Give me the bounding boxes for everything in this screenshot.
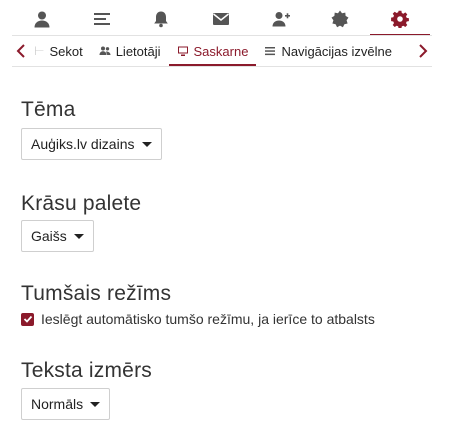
badge-icon (331, 10, 349, 28)
palette-select[interactable]: Gaišs (21, 220, 94, 252)
caret-down-icon (141, 141, 152, 147)
text-size-select[interactable]: Normāls (21, 388, 111, 420)
tab-label: Saskarne (193, 43, 249, 59)
dark-mode-checkbox-label: Ieslēgt automātisko tumšo režīmu, ja ier… (41, 311, 375, 327)
tab-navigation-menu[interactable]: Navigācijas izvēlne (256, 38, 400, 66)
nav-profile[interactable] (12, 4, 72, 36)
dark-mode-section: Tumšais režīms Ieslēgt automātisko tumšo… (21, 281, 375, 327)
text-size-section: Teksta izmērs Normāls (21, 358, 152, 420)
nav-notifications[interactable] (131, 4, 191, 36)
partial-tab-icon: ⊢ (34, 44, 45, 58)
text-size-heading: Teksta izmērs (21, 359, 152, 382)
chevron-right-icon (419, 44, 428, 58)
users-icon (99, 46, 111, 55)
theme-section: Tēma Auģiks.lv dizains (21, 97, 162, 160)
caret-down-icon (90, 401, 101, 407)
monitor-icon (177, 46, 188, 56)
checkbox-checked-icon[interactable] (21, 312, 34, 326)
add-user-icon (272, 12, 290, 27)
user-icon (34, 11, 50, 28)
tab-label: Lietotāji (115, 43, 161, 59)
top-icon-nav (12, 4, 431, 36)
dark-mode-checkbox[interactable]: Ieslēgt automātisko tumšo režīmu, ja ier… (21, 311, 375, 327)
envelope-icon (213, 13, 230, 25)
palette-section: Krāsu palete Gaišs (21, 191, 141, 252)
list-icon (93, 13, 110, 25)
tabs-scroll-right[interactable] (414, 38, 432, 64)
nav-settings[interactable] (370, 4, 431, 36)
nav-messages[interactable] (191, 4, 251, 36)
theme-select-value: Auģiks.lv dizains (31, 136, 135, 152)
theme-select[interactable]: Auģiks.lv dizains (21, 128, 162, 160)
top-nav-divider (12, 35, 432, 36)
tab-label: Navigācijas izvēlne (281, 43, 392, 59)
settings-tabs: ⊢ Sekot Lietotāji Saskarne Navigācijas i… (12, 38, 432, 68)
bell-icon (154, 11, 169, 28)
tab-follow[interactable]: ⊢ Sekot (26, 38, 91, 66)
tabs-divider (12, 66, 432, 67)
gear-icon (391, 10, 410, 28)
tabs-track: ⊢ Sekot Lietotāji Saskarne Navigācijas i… (26, 38, 400, 66)
theme-heading: Tēma (21, 98, 76, 121)
dark-mode-heading: Tumšais režīms (21, 282, 172, 305)
tabs-scroll-left[interactable] (12, 38, 30, 64)
chevron-left-icon (16, 44, 25, 58)
tab-interface[interactable]: Saskarne (168, 38, 257, 66)
tab-users[interactable]: Lietotāji (91, 38, 169, 66)
nav-feed[interactable] (72, 4, 132, 36)
tab-label: Sekot (49, 43, 83, 59)
nav-achievements[interactable] (311, 4, 371, 36)
palette-select-value: Gaišs (31, 228, 67, 244)
palette-heading: Krāsu palete (21, 192, 142, 215)
menu-icon (265, 47, 276, 56)
text-size-select-value: Normāls (31, 396, 84, 412)
caret-down-icon (73, 233, 84, 239)
nav-friends[interactable] (251, 4, 311, 36)
